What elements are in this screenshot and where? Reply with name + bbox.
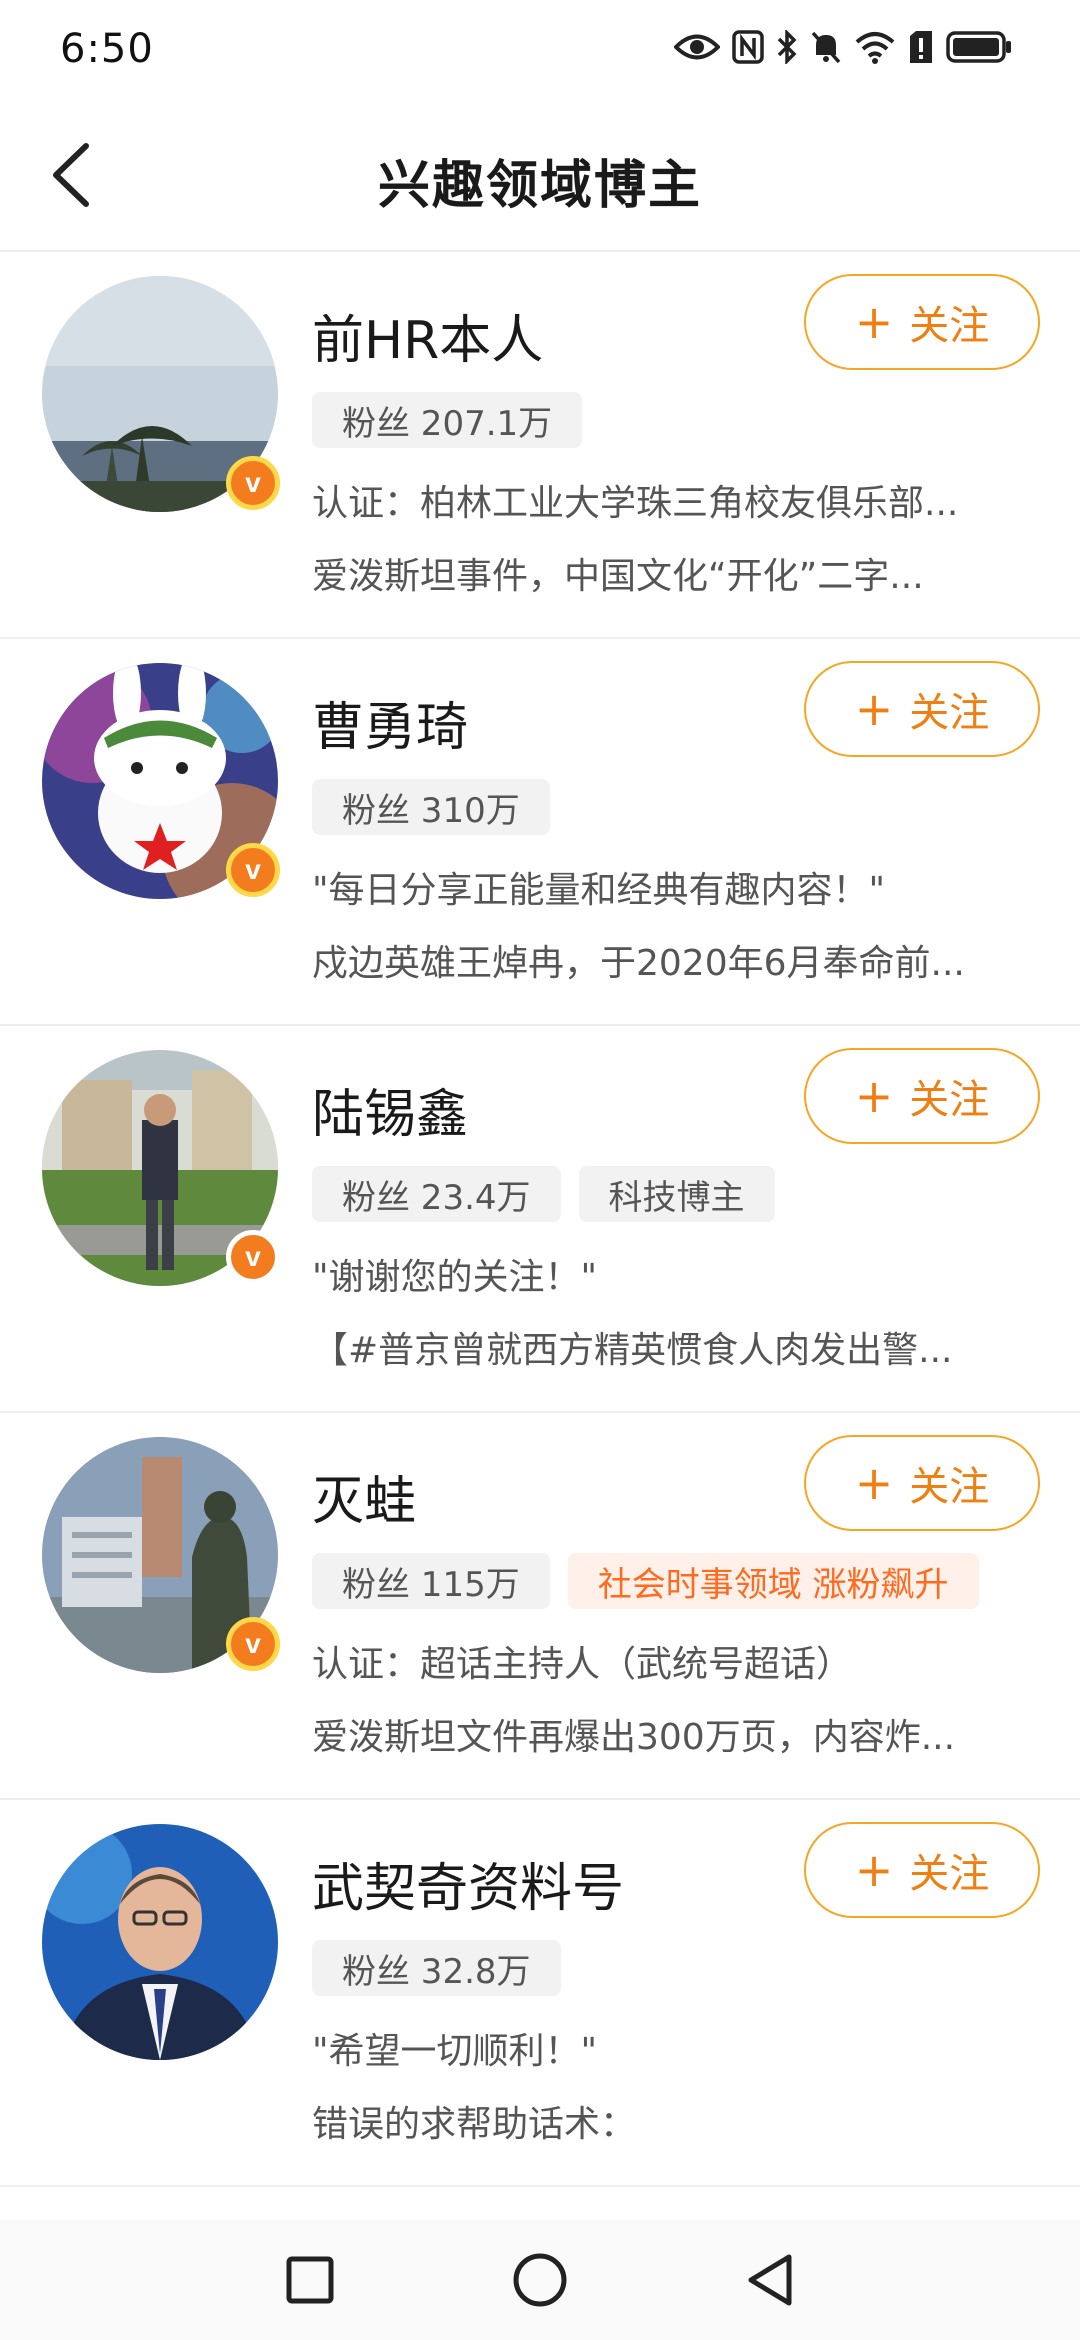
- plus-icon: +: [854, 295, 894, 349]
- verified-badge-icon: v: [226, 1230, 280, 1284]
- status-icons: [674, 30, 1012, 64]
- follow-label: 关注: [909, 1464, 990, 1510]
- category-tag: 科技博主: [578, 1166, 775, 1222]
- back-nav-button[interactable]: [740, 2250, 800, 2310]
- tag-row: 粉丝 207.1万: [312, 392, 583, 448]
- fans-tag: 粉丝 207.1万: [312, 392, 583, 448]
- status-bar: 6:50: [0, 0, 1080, 105]
- list-item[interactable]: v 陆锡鑫 + 关注 粉丝 23.4万 科技博主 "谢谢您的关注！" 【#普京曾就…: [0, 1026, 1080, 1413]
- trending-tag: 社会时事领域 涨粉飙升: [567, 1553, 979, 1609]
- square-icon: [286, 2256, 334, 2304]
- fans-tag: 粉丝 23.4万: [312, 1166, 561, 1222]
- follow-button[interactable]: + 关注: [804, 1822, 1040, 1918]
- list-item[interactable]: v 曹勇琦 + 关注 粉丝 310万 "每日分享正能量和经典有趣内容！" 戍边英雄…: [0, 639, 1080, 1026]
- blogger-desc-line2: 戍边英雄王焯冉，于2020年6月奉命前...: [312, 943, 965, 984]
- tag-row: 粉丝 310万: [312, 779, 550, 835]
- verified-badge-icon: v: [226, 1617, 280, 1671]
- blogger-name[interactable]: 陆锡鑫: [312, 1072, 468, 1147]
- plus-icon: +: [854, 1843, 894, 1897]
- tag-row: 粉丝 32.8万: [312, 1940, 561, 1996]
- blogger-list: v 前HR本人 + 关注 粉丝 207.1万 认证：柏林工业大学珠三角校友俱乐部.…: [0, 252, 1080, 2187]
- blogger-desc-line1: "希望一切顺利！": [312, 2031, 598, 2072]
- blogger-name[interactable]: 灭蛙: [312, 1459, 416, 1534]
- follow-label: 关注: [909, 690, 990, 736]
- plus-icon: +: [854, 1069, 894, 1123]
- avatar[interactable]: [42, 1824, 278, 2060]
- sim-alert-icon: [910, 31, 932, 63]
- follow-label: 关注: [909, 1077, 990, 1123]
- follow-button[interactable]: + 关注: [804, 1048, 1040, 1144]
- battery-icon: [946, 31, 1011, 63]
- follow-label: 关注: [909, 303, 990, 349]
- follow-label: 关注: [909, 1851, 990, 1897]
- system-nav-bar: [0, 2220, 1080, 2340]
- header: 兴趣领域博主: [0, 105, 1080, 252]
- blogger-name[interactable]: 前HR本人: [312, 298, 543, 373]
- blogger-desc-line2: 【#普京曾就西方精英惯食人肉发出警...: [312, 1330, 953, 1371]
- bluetooth-icon: [777, 30, 797, 64]
- eye-icon: [674, 34, 720, 60]
- follow-button[interactable]: + 关注: [804, 274, 1040, 370]
- tag-row: 粉丝 115万 社会时事领域 涨粉飙升: [312, 1553, 979, 1609]
- status-time: 6:50: [60, 26, 154, 72]
- fans-tag: 粉丝 310万: [312, 779, 550, 835]
- plus-icon: +: [854, 682, 894, 736]
- fans-tag: 粉丝 32.8万: [312, 1940, 561, 1996]
- blogger-desc-line1: "每日分享正能量和经典有趣内容！": [312, 870, 886, 911]
- blogger-desc-line2: 错误的求帮助话术：: [312, 2104, 637, 2145]
- follow-button[interactable]: + 关注: [804, 661, 1040, 757]
- blogger-name[interactable]: 武契奇资料号: [312, 1846, 624, 1921]
- nfc-icon: [732, 30, 764, 64]
- recent-apps-button[interactable]: [280, 2250, 340, 2310]
- verified-badge-icon: v: [226, 456, 280, 510]
- blogger-desc-line1: 认证：柏林工业大学珠三角校友俱乐部...: [312, 483, 959, 524]
- tag-row: 粉丝 23.4万 科技博主: [312, 1166, 775, 1222]
- blogger-name[interactable]: 曹勇琦: [312, 685, 468, 760]
- circle-icon: [513, 2253, 567, 2307]
- list-item[interactable]: v 前HR本人 + 关注 粉丝 207.1万 认证：柏林工业大学珠三角校友俱乐部.…: [0, 252, 1080, 639]
- triangle-back-icon: [748, 2254, 792, 2306]
- list-item[interactable]: 武契奇资料号 + 关注 粉丝 32.8万 "希望一切顺利！" 错误的求帮助话术：: [0, 1800, 1080, 2187]
- blogger-desc-line2: 爱泼斯坦文件再爆出300万页，内容炸...: [312, 1717, 956, 1758]
- home-button[interactable]: [510, 2250, 570, 2310]
- follow-button[interactable]: + 关注: [804, 1435, 1040, 1531]
- blogger-desc-line1: 认证：超话主持人（武统号超话）: [312, 1644, 853, 1685]
- page-title: 兴趣领域博主: [377, 156, 702, 216]
- blogger-desc-line2: 爱泼斯坦事件，中国文化“开化”二字...: [312, 556, 924, 597]
- plus-icon: +: [854, 1456, 894, 1510]
- mute-bell-icon: [811, 31, 841, 64]
- wifi-icon: [855, 32, 895, 64]
- list-item[interactable]: v 灭蛙 + 关注 粉丝 115万 社会时事领域 涨粉飙升 认证：超话主持人（武统…: [0, 1413, 1080, 1800]
- fans-tag: 粉丝 115万: [312, 1553, 550, 1609]
- verified-badge-icon: v: [226, 843, 280, 897]
- blogger-desc-line1: "谢谢您的关注！": [312, 1257, 598, 1298]
